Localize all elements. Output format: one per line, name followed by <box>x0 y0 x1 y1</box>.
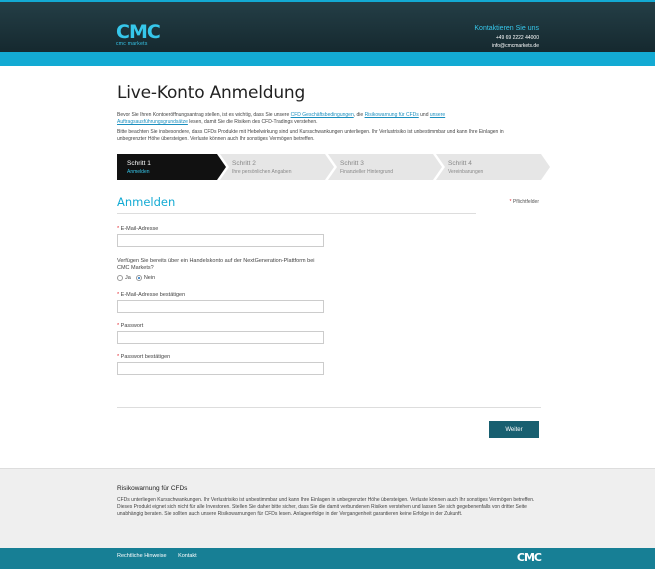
email-label: * E-Mail-Adresse <box>117 226 158 232</box>
required-note-text: Pflichtfelder <box>512 199 539 205</box>
existing-account-question: Verfügen Sie bereits über ein Handelskon… <box>117 258 315 271</box>
password-field[interactable] <box>117 331 324 344</box>
logo-mark: CMC <box>116 21 161 43</box>
step-4: Schritt 4 Vereinbarungen <box>436 154 550 180</box>
password-confirm-label-text: Passwort bestätigen <box>120 354 171 360</box>
email-confirm-label-text: E-Mail-Adresse bestätigen <box>120 292 186 298</box>
contact-title: Kontaktieren Sie uns <box>474 25 539 32</box>
required-star: * <box>117 292 120 298</box>
step-3: Schritt 3 Finanzieller Hintergrund <box>328 154 442 180</box>
site-header: CMC cmc markets Kontaktieren Sie uns +49… <box>0 0 655 52</box>
step-progress: Schritt 1 Anmelden Schritt 2 Ihre persön… <box>117 154 550 180</box>
step-title: Schritt 4 <box>448 160 472 167</box>
radio-no[interactable] <box>135 275 142 281</box>
email-field[interactable] <box>117 234 324 247</box>
step-2: Schritt 2 Ihre persönlichen Angaben <box>220 154 334 180</box>
required-star: * <box>117 323 120 329</box>
step-title: Schritt 1 <box>127 160 151 167</box>
password-label-text: Passwort <box>120 323 144 329</box>
page-title: Live-Konto Anmeldung <box>117 83 306 103</box>
step-subtitle: Anmelden <box>127 169 150 175</box>
risk-warning-title: Risikowarnung für CFDs <box>117 485 188 492</box>
form-divider <box>117 407 541 408</box>
cfd-terms-link[interactable]: CFD Geschäftsbedingungen <box>291 112 354 118</box>
accent-bar <box>0 52 655 66</box>
contact-phone[interactable]: +49 69 2222 44000 <box>474 35 539 41</box>
step-subtitle: Vereinbarungen <box>448 169 484 175</box>
footer-logo[interactable]: CMC <box>517 551 542 564</box>
required-star: * <box>509 199 512 205</box>
risk-warning-section: Risikowarnung für CFDs CFDs unterliegen … <box>0 468 655 548</box>
risk-warning-link[interactable]: Risikowarnung für CFDs <box>365 112 419 118</box>
section-title: Anmelden <box>117 195 176 209</box>
password-confirm-field[interactable] <box>117 362 324 375</box>
step-subtitle: Finanzieller Hintergrund <box>340 169 394 175</box>
contact-email[interactable]: info@cmcmarkets.de <box>474 43 539 49</box>
main-content: Live-Konto Anmeldung Bevor Sie Ihren Kon… <box>117 66 550 438</box>
step-title: Schritt 3 <box>340 160 364 167</box>
intro-text-part: und <box>418 112 430 118</box>
radio-yes-label[interactable]: Ja <box>125 275 131 281</box>
site-footer: Rechtliche Hinweise Kontakt CMC <box>0 548 655 569</box>
risk-warning-text: CFDs unterliegen Kursschwankungen. Ihr V… <box>117 497 535 517</box>
radio-no-label[interactable]: Nein <box>144 275 155 281</box>
footer-links: Rechtliche Hinweise Kontakt <box>117 553 207 559</box>
existing-account-radio-group: Ja Nein <box>117 275 160 281</box>
section-divider <box>117 213 476 214</box>
email-label-text: E-Mail-Adresse <box>120 226 159 232</box>
password-label: * Passwort <box>117 323 143 329</box>
intro-text-part: , die <box>353 112 365 118</box>
contact-link[interactable]: Kontakt <box>178 553 197 559</box>
intro-text: Bevor Sie Ihren Kontoeröffnungsantrag st… <box>117 112 497 126</box>
legal-link[interactable]: Rechtliche Hinweise <box>117 553 167 559</box>
step-subtitle: Ihre persönlichen Angaben <box>232 169 292 175</box>
intro-text-part: lesen, damit Sie die Risiken des CFD-Tra… <box>187 119 318 125</box>
required-star: * <box>117 226 120 232</box>
required-star: * <box>117 354 120 360</box>
step-title: Schritt 2 <box>232 160 256 167</box>
cmc-logo[interactable]: CMC cmc markets <box>116 21 161 48</box>
continue-button[interactable]: Weiter <box>489 421 539 438</box>
required-note: * Pflichtfelder <box>510 199 539 205</box>
email-confirm-field[interactable] <box>117 300 324 313</box>
password-confirm-label: * Passwort bestätigen <box>117 354 170 360</box>
intro-text-part: Bevor Sie Ihren Kontoeröffnungsantrag st… <box>117 112 291 118</box>
contact-block: Kontaktieren Sie uns +49 69 2222 44000 i… <box>474 25 539 49</box>
step-1: Schritt 1 Anmelden <box>117 154 226 180</box>
leverage-notice: Bitte beachten Sie insbesondere, dass CF… <box>117 129 504 142</box>
email-confirm-label: * E-Mail-Adresse bestätigen <box>117 292 185 298</box>
radio-yes[interactable] <box>117 275 123 281</box>
